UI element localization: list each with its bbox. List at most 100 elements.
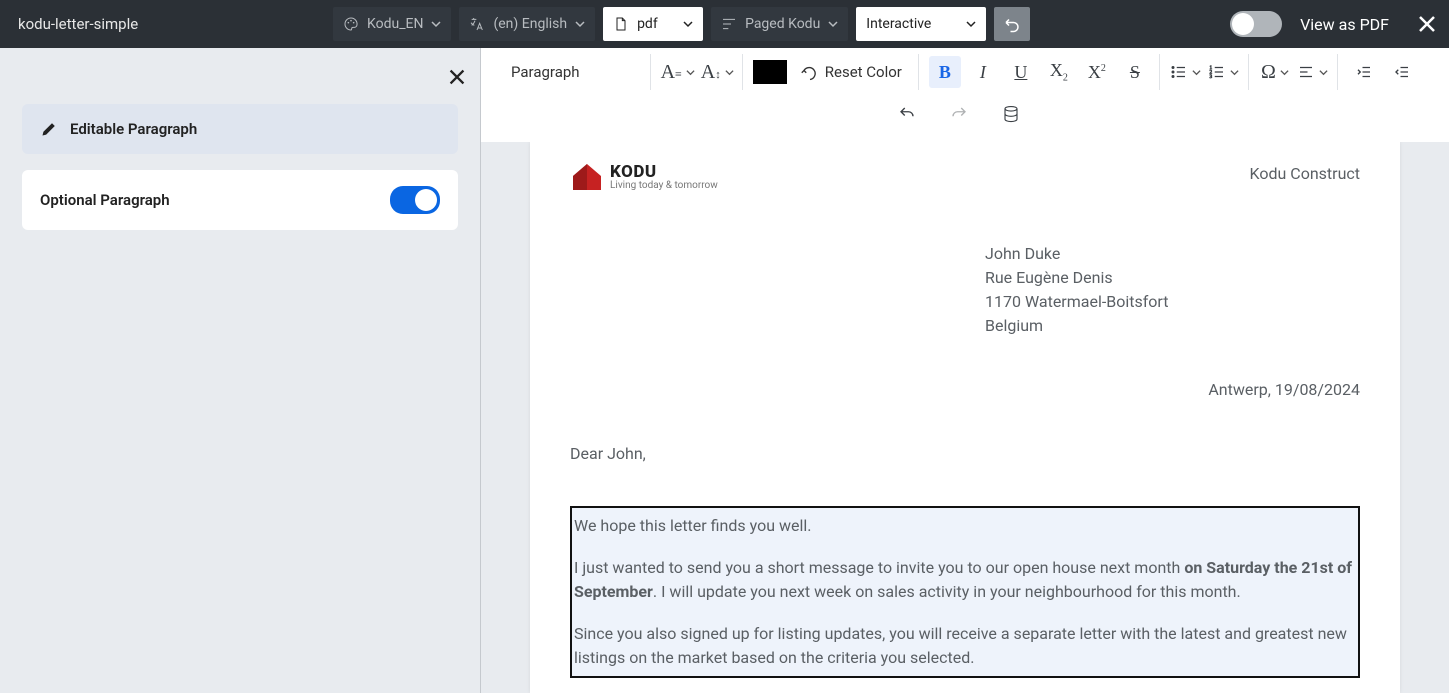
bullet-list-icon xyxy=(1170,63,1188,81)
mode-select[interactable]: Interactive xyxy=(856,7,986,41)
subscript-icon: X2 xyxy=(1050,60,1068,84)
font-size-select[interactable]: A↕ xyxy=(701,56,734,88)
paragraph-style-select[interactable]: Paragraph xyxy=(499,63,642,81)
outdent-icon xyxy=(1393,63,1411,81)
document-title: kodu-letter-simple xyxy=(10,15,325,33)
toggle-knob xyxy=(415,189,437,211)
chevron-down-icon xyxy=(1280,68,1289,77)
font-size-icon: A↕ xyxy=(701,61,721,84)
format-label: pdf xyxy=(637,16,658,32)
underline-icon: U xyxy=(1014,62,1027,83)
numbered-list-icon: 123 xyxy=(1208,63,1226,81)
chevron-down-icon xyxy=(1319,68,1328,77)
numbered-list-button[interactable]: 123 xyxy=(1208,56,1240,88)
format-select[interactable]: pdf xyxy=(603,7,703,41)
mode-label: Interactive xyxy=(866,16,931,32)
align-button[interactable] xyxy=(1297,56,1329,88)
align-icon xyxy=(1297,63,1315,81)
database-icon xyxy=(1002,105,1020,123)
close-icon[interactable] xyxy=(1415,12,1439,36)
recipient-address: John Duke Rue Eugène Denis 1170 Watermae… xyxy=(985,242,1360,338)
superscript-icon: X2 xyxy=(1088,62,1106,83)
sidebar: Editable Paragraph Optional Paragraph xyxy=(0,48,480,693)
sidebar-item-optional-paragraph[interactable]: Optional Paragraph xyxy=(22,170,458,230)
redo-icon xyxy=(950,105,968,123)
redo-button[interactable] xyxy=(943,98,975,130)
underline-button[interactable]: U xyxy=(1005,56,1037,88)
close-icon[interactable] xyxy=(446,66,468,88)
omega-icon: Ω xyxy=(1261,61,1276,84)
recipient-city: 1170 Watermael-Boitsfort xyxy=(985,290,1360,314)
undo-button[interactable] xyxy=(891,98,923,130)
theme-select[interactable]: Kodu_EN xyxy=(333,7,451,41)
chevron-down-icon xyxy=(1230,68,1239,77)
outdent-button[interactable] xyxy=(1386,56,1418,88)
reset-color-label: Reset Color xyxy=(825,63,902,81)
recipient-street: Rue Eugène Denis xyxy=(985,266,1360,290)
sidebar-item-label: Optional Paragraph xyxy=(40,191,170,209)
indent-button[interactable] xyxy=(1348,56,1380,88)
language-label: (en) English xyxy=(493,16,567,32)
font-family-icon: A≡ xyxy=(661,61,682,84)
editable-p2: I just wanted to send you a short messag… xyxy=(574,556,1356,604)
editable-paragraph-box[interactable]: We hope this letter finds you well. I ju… xyxy=(570,506,1360,678)
editable-p1: We hope this letter finds you well. xyxy=(574,514,1356,538)
editor-area: Paragraph A≡ A↕ Reset Color xyxy=(480,48,1449,693)
strikethrough-button[interactable]: S xyxy=(1119,56,1151,88)
logo-name: KODU xyxy=(610,164,718,181)
sidebar-item-editable-paragraph[interactable]: Editable Paragraph xyxy=(22,104,458,154)
logo-icon xyxy=(570,162,604,192)
view-as-pdf-button[interactable]: View as PDF xyxy=(1300,15,1389,34)
palette-icon xyxy=(343,16,359,32)
greeting: Dear John, xyxy=(570,442,1360,466)
date-line: Antwerp, 19/08/2024 xyxy=(570,378,1360,402)
bullet-list-button[interactable] xyxy=(1170,56,1202,88)
italic-icon: I xyxy=(980,62,986,83)
font-family-select[interactable]: A≡ xyxy=(661,56,695,88)
editable-p3: Since you also signed up for listing upd… xyxy=(574,622,1356,670)
output-label: Paged Kodu xyxy=(745,16,820,32)
editor-toolbar: Paragraph A≡ A↕ Reset Color xyxy=(481,48,1449,142)
bold-icon: B xyxy=(939,62,951,83)
paragraph-style-label: Paragraph xyxy=(511,63,580,81)
chevron-down-icon xyxy=(683,19,693,29)
language-select[interactable]: (en) English xyxy=(459,7,595,41)
layout-icon xyxy=(721,16,737,32)
undo-icon xyxy=(898,105,916,123)
chevron-down-icon xyxy=(431,19,441,29)
toggle-knob xyxy=(1232,13,1254,35)
recipient-country: Belgium xyxy=(985,314,1360,338)
chevron-down-icon xyxy=(725,68,734,77)
document-icon xyxy=(613,16,629,32)
strikethrough-icon: S xyxy=(1130,62,1140,83)
italic-button[interactable]: I xyxy=(967,56,999,88)
pencil-icon xyxy=(40,120,58,138)
bold-button[interactable]: B xyxy=(929,56,961,88)
undo-icon xyxy=(1003,15,1021,33)
translate-icon xyxy=(469,16,485,32)
output-select[interactable]: Paged Kodu xyxy=(711,7,848,41)
pdf-toggle[interactable] xyxy=(1230,11,1282,37)
data-button[interactable] xyxy=(995,98,1027,130)
indent-icon xyxy=(1355,63,1373,81)
recipient-name: John Duke xyxy=(985,242,1360,266)
svg-text:3: 3 xyxy=(1210,74,1213,80)
revert-button[interactable] xyxy=(994,7,1030,41)
text-color-swatch[interactable] xyxy=(753,60,787,84)
chevron-down-icon xyxy=(575,19,585,29)
page-canvas[interactable]: KODU Living today & tomorrow Kodu Constr… xyxy=(481,142,1449,693)
superscript-button[interactable]: X2 xyxy=(1081,56,1113,88)
logo-tagline: Living today & tomorrow xyxy=(610,181,718,191)
company-name: Kodu Construct xyxy=(1250,162,1360,186)
special-char-button[interactable]: Ω xyxy=(1259,56,1291,88)
chevron-down-icon xyxy=(828,19,838,29)
document-page: KODU Living today & tomorrow Kodu Constr… xyxy=(530,142,1400,693)
sidebar-item-label: Editable Paragraph xyxy=(70,120,197,138)
optional-toggle[interactable] xyxy=(390,186,440,214)
logo: KODU Living today & tomorrow xyxy=(570,162,718,192)
subscript-button[interactable]: X2 xyxy=(1043,56,1075,88)
chevron-down-icon xyxy=(966,19,976,29)
chevron-down-icon xyxy=(686,68,695,77)
chevron-down-icon xyxy=(1192,68,1201,77)
reset-color-button[interactable]: Reset Color xyxy=(793,63,910,81)
